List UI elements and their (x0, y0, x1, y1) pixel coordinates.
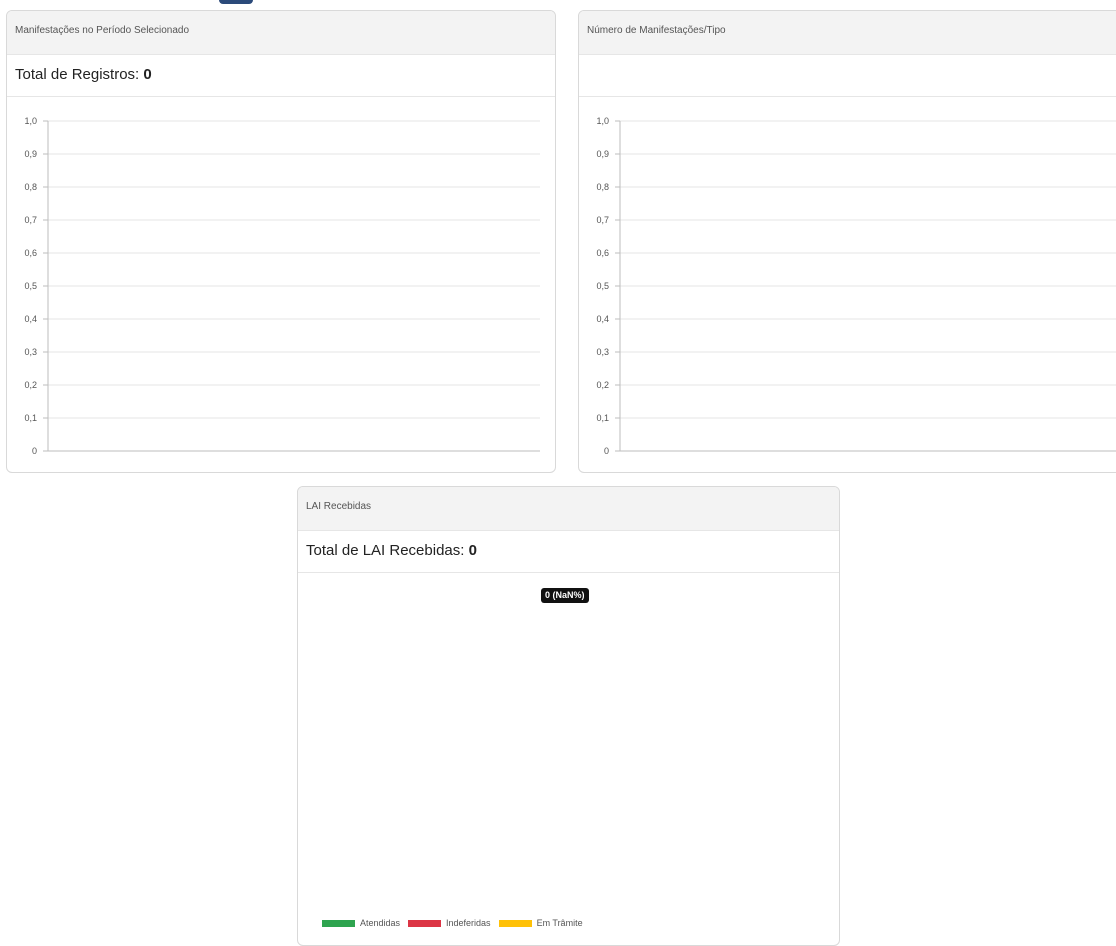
manifestacoes-periodo-card: Manifestações no Período Selecionado Tot… (6, 10, 556, 473)
card-header-title: Número de Manifestações/Tipo (579, 11, 1116, 55)
card-header-title: Manifestações no Período Selecionado (7, 11, 555, 55)
legend-item[interactable]: Indeferidas (408, 918, 491, 928)
lai-pie-chart: 0 (NaN%) Atendidas Indeferidas Em Trâmite (298, 574, 839, 945)
legend-item[interactable]: Atendidas (322, 918, 400, 928)
y-tick-label: 0,6 (24, 248, 37, 258)
y-tick-label: 1,0 (24, 116, 37, 126)
card-header-title: LAI Recebidas (298, 487, 839, 531)
y-tick-label: 0,8 (596, 182, 609, 192)
tipo-chart: 1,0 0,9 0,8 0,7 0,6 0,5 0,4 0,3 0,2 0,1 0 (579, 98, 1116, 472)
legend-swatch (408, 919, 442, 927)
y-tick-label: 0,1 (24, 413, 37, 423)
pie-tooltip: 0 (NaN%) (541, 588, 589, 603)
legend-item[interactable]: Em Trâmite (498, 918, 583, 928)
manifestacoes-chart: 1,0 0,9 0,8 0,7 0,6 0,5 0,4 0,3 0,2 0,1 0 (7, 98, 555, 472)
y-tick-label: 0,1 (596, 413, 609, 423)
legend-label: Indeferidas (446, 918, 491, 928)
y-tick-label: 0,3 (24, 347, 37, 357)
y-tick-label: 0,6 (596, 248, 609, 258)
y-tick-label: 0,5 (24, 281, 37, 291)
legend-swatch (498, 919, 532, 927)
tipo-chart-svg: 1,0 0,9 0,8 0,7 0,6 0,5 0,4 0,3 0,2 0,1 0 (596, 116, 1116, 456)
total-lai-value: 0 (468, 542, 477, 559)
y-tick-label: 0,5 (596, 281, 609, 291)
total-registros-value: 0 (143, 66, 152, 83)
y-tick-label: 0,2 (24, 380, 37, 390)
lai-recebidas-card: LAI Recebidas Total de LAI Recebidas: 0 … (297, 486, 840, 946)
y-tick-label: 0,8 (24, 182, 37, 192)
total-registros: Total de Registros: 0 (7, 55, 555, 97)
legend-label: Em Trâmite (536, 918, 583, 928)
y-tick-label: 0 (32, 446, 37, 456)
y-tick-label: 0,4 (24, 314, 37, 324)
total-lai-label: Total de LAI Recebidas: (306, 542, 469, 559)
y-tick-label: 0,7 (596, 215, 609, 225)
manifestacoes-tipo-card: Número de Manifestações/Tipo 1,0 0,9 0,8 0,… (578, 10, 1116, 473)
y-tick-label: 0,3 (596, 347, 609, 357)
total-lai: Total de LAI Recebidas: 0 (298, 531, 839, 573)
y-tick-label: 0,4 (596, 314, 609, 324)
y-tick-label: 0,9 (596, 149, 609, 159)
y-tick-label: 0,9 (24, 149, 37, 159)
pie-legend: Atendidas Indeferidas Em Trâmite (322, 918, 591, 928)
legend-label: Atendidas (360, 918, 401, 928)
card-total-empty (579, 55, 1116, 97)
top-logo-sliver (219, 0, 253, 4)
total-registros-label: Total de Registros: (15, 66, 144, 83)
y-tick-label: 0 (604, 446, 609, 456)
manifestacoes-chart-svg: 1,0 0,9 0,8 0,7 0,6 0,5 0,4 0,3 0,2 0,1 0 (24, 116, 540, 456)
y-tick-label: 0,2 (596, 380, 609, 390)
legend-swatch (322, 919, 355, 927)
y-tick-label: 1,0 (596, 116, 609, 126)
y-tick-label: 0,7 (24, 215, 37, 225)
